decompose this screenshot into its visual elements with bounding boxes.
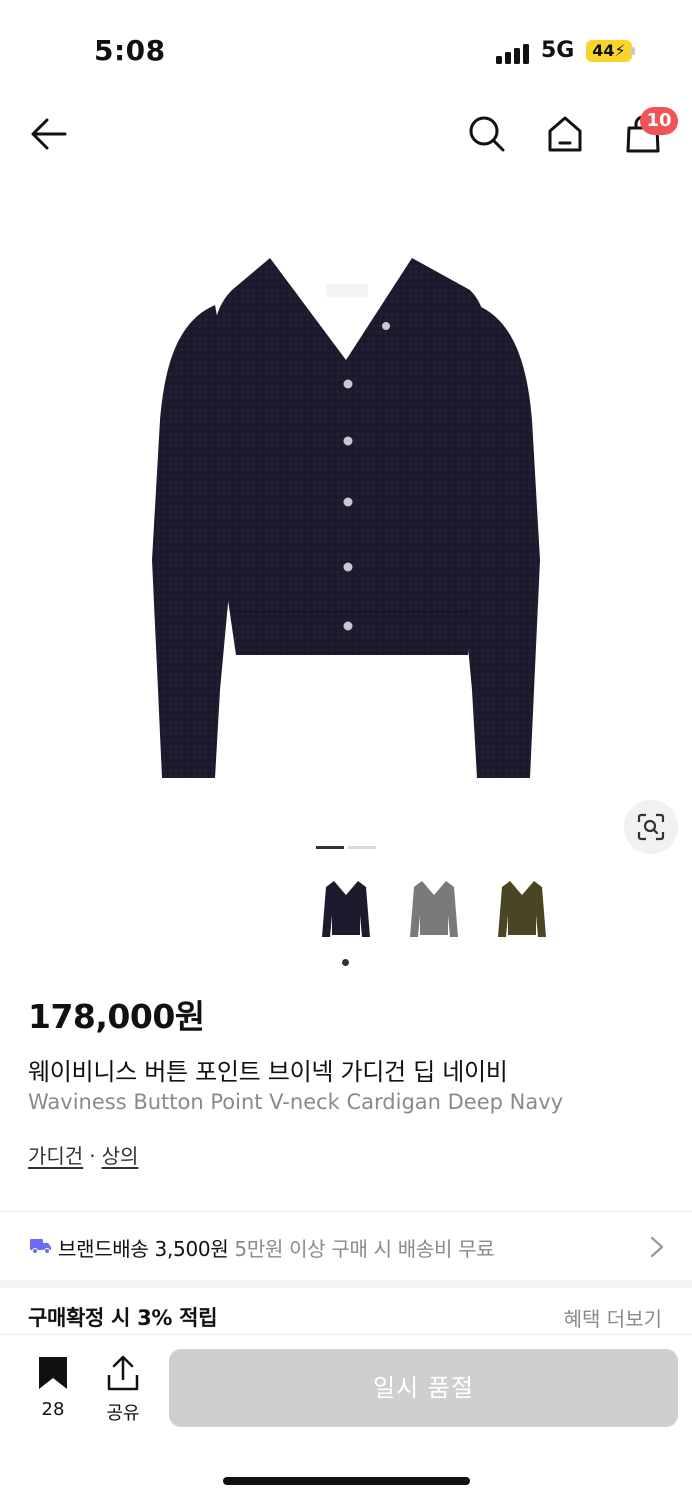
category-link-cardigan[interactable]: 가디건 — [28, 1144, 83, 1168]
bookmark-button[interactable]: 28 — [23, 1355, 83, 1425]
category-link-tops[interactable]: 상의 — [102, 1144, 139, 1168]
truck-icon — [30, 1239, 51, 1254]
reward-row: 구매확정 시 3% 적립 혜택 더보기 — [0, 1288, 692, 1336]
share-button[interactable]: 공유 — [93, 1355, 153, 1425]
back-arrow-icon — [31, 118, 67, 150]
breadcrumb: 가디건 · 상의 — [28, 1140, 138, 1169]
shipping-info-row[interactable]: 브랜드배송 3,500원 5만원 이상 구매 시 배송비 무료 — [0, 1212, 692, 1280]
network-type: 5G — [541, 38, 575, 63]
color-options — [0, 875, 692, 965]
battery-level: 44 — [592, 41, 615, 60]
home-button[interactable] — [541, 110, 589, 158]
visual-search-button[interactable] — [624, 800, 678, 854]
image-pager — [316, 846, 376, 850]
selected-color-indicator — [342, 959, 349, 966]
back-button[interactable] — [24, 110, 72, 158]
battery-tip — [631, 47, 635, 55]
section-separator — [0, 1280, 692, 1288]
search-icon — [469, 116, 505, 152]
product-price: 178,000원 — [28, 997, 205, 1036]
free-shipping-note: 5만원 이상 구매 시 배송비 무료 — [234, 1237, 495, 1261]
pager-segment — [348, 846, 376, 849]
breadcrumb-separator: · — [89, 1144, 96, 1168]
search-button[interactable] — [463, 110, 511, 158]
shipping-text: 브랜드배송 3,500원 5만원 이상 구매 시 배송비 무료 — [58, 1233, 495, 1262]
battery-icon: 44⚡ — [586, 40, 632, 62]
bookmark-count: 28 — [41, 1399, 65, 1420]
benefits-more-link[interactable]: 혜택 더보기 — [564, 1303, 662, 1332]
status-time: 5:08 — [94, 34, 166, 67]
cart-count-badge: 10 — [640, 107, 678, 135]
color-option-olive[interactable] — [494, 875, 550, 945]
shipping-fee: 브랜드배송 3,500원 — [58, 1237, 229, 1261]
top-nav — [0, 100, 692, 170]
status-bar: 5:08 5G 44⚡ — [0, 0, 692, 100]
product-image[interactable] — [0, 180, 692, 840]
sold-out-button[interactable]: 일시 품절 — [169, 1349, 678, 1427]
product-name-korean: 웨이비니스 버튼 포인트 브이넥 가디건 딥 네이비 — [28, 1058, 508, 1086]
color-option-navy[interactable] — [318, 875, 374, 945]
share-label: 공유 — [106, 1403, 140, 1424]
cardigan-image — [152, 258, 540, 778]
color-option-gray[interactable] — [406, 875, 462, 945]
home-icon — [548, 116, 582, 152]
product-name-english: Waviness Button Point V-neck Cardigan De… — [28, 1090, 564, 1114]
chevron-right-icon — [650, 1236, 664, 1258]
lens-icon — [637, 813, 665, 841]
bottom-action-bar: 28 공유 일시 품절 — [0, 1334, 692, 1500]
reward-title: 구매확정 시 3% 적립 — [28, 1306, 218, 1330]
home-indicator — [223, 1477, 470, 1485]
bookmark-icon — [39, 1357, 67, 1389]
pager-segment-active — [316, 846, 344, 849]
signal-icon — [496, 42, 532, 64]
share-icon — [107, 1355, 139, 1391]
